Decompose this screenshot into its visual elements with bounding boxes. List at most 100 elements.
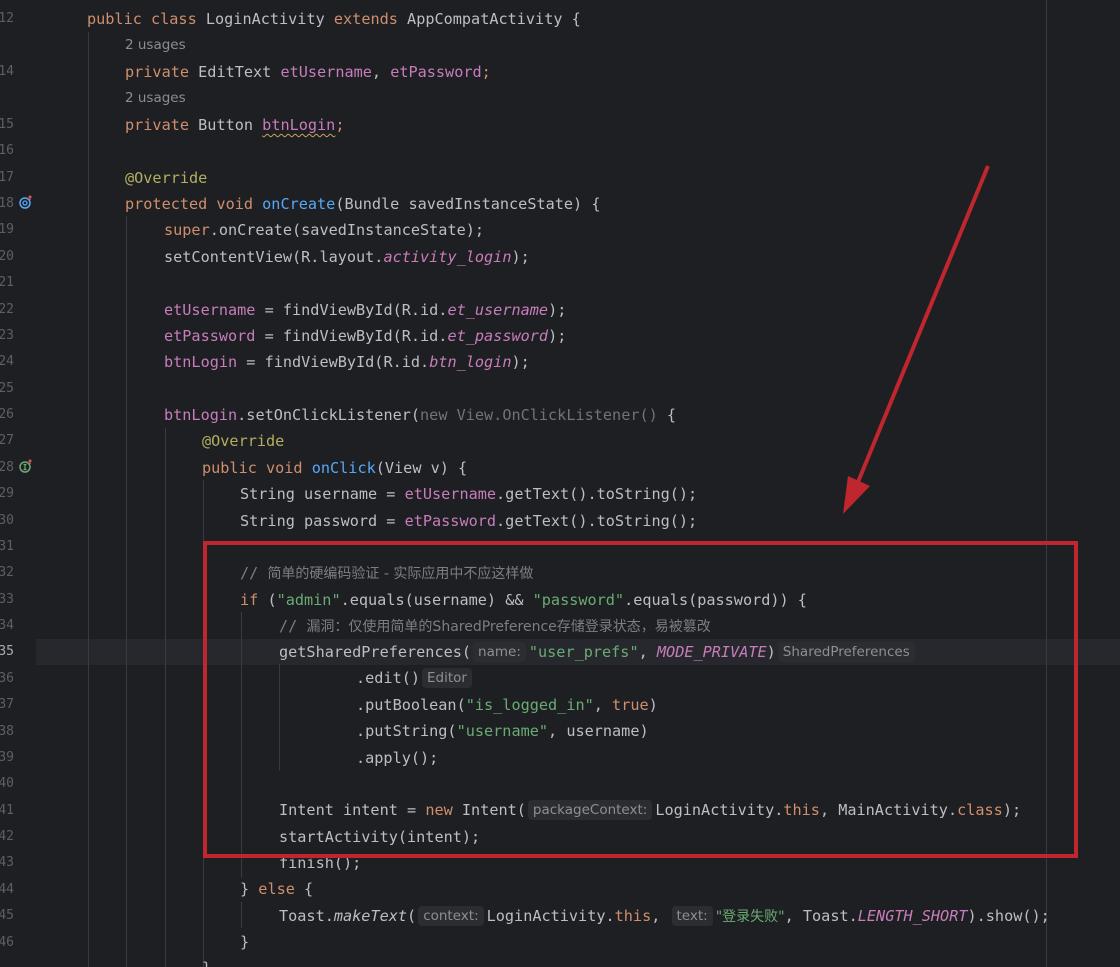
- implement-method-icon[interactable]: [19, 459, 33, 473]
- method-name: onClick: [311, 459, 376, 477]
- field-name: etPassword: [164, 327, 256, 345]
- line-number: 42: [0, 829, 14, 844]
- indent-guide: [279, 664, 280, 770]
- code-line[interactable]: String username = etUsername.getText().t…: [240, 481, 697, 507]
- code-line[interactable]: etUsername = findViewById(R.id.et_userna…: [164, 297, 566, 323]
- field-name: btnLogin: [164, 406, 238, 424]
- line-number: 37: [0, 697, 14, 712]
- code-line[interactable]: // 简单的硬编码验证 - 实际应用中不应这样做: [240, 560, 533, 586]
- keyword: private: [125, 63, 199, 81]
- resource-id: activity_login: [383, 248, 512, 266]
- code-line[interactable]: .putString("username", username): [356, 718, 649, 744]
- code-line[interactable]: startActivity(intent);: [279, 824, 480, 850]
- code-text: = findViewById(R.id.: [237, 353, 430, 371]
- code-text: .putString(: [356, 722, 457, 740]
- annotation-arrow-shaft: [856, 165, 990, 483]
- code-line[interactable]: } else {: [240, 876, 313, 902]
- code-text: );: [511, 353, 530, 371]
- code-line[interactable]: public void onClick(View v) {: [202, 455, 467, 481]
- code-line[interactable]: finish();: [279, 850, 361, 876]
- code-line[interactable]: setContentView(R.layout.activity_login);: [164, 244, 530, 270]
- field-name-warning[interactable]: btnLogin: [262, 116, 335, 134]
- parameter-hint: text:: [671, 906, 713, 926]
- code-line[interactable]: btnLogin = findViewById(R.id.btn_login);: [164, 349, 530, 375]
- code-line[interactable]: public class LoginActivity extends AppCo…: [87, 6, 581, 32]
- comment: 简单的硬编码验证 - 实际应用中不应这样做: [267, 566, 534, 582]
- code-line[interactable]: btnLogin.setOnClickListener(new View.OnC…: [164, 402, 676, 428]
- code-text: );: [548, 301, 567, 319]
- code-text: }: [240, 933, 250, 951]
- return-type-hint: SharedPreferences: [777, 642, 915, 662]
- code-text: setContentView(R.layout.: [164, 248, 384, 266]
- code-text: = findViewById(R.id.: [255, 301, 448, 319]
- code-line[interactable]: etPassword = findViewById(R.id.et_passwo…: [164, 323, 566, 349]
- code-line[interactable]: super.onCreate(savedInstanceState);: [164, 217, 484, 243]
- code-line[interactable]: // 漏洞：仅使用简单的SharedPreference存储登录状态，易被篡改: [279, 613, 711, 639]
- code-editor[interactable]: 12 14 15 16 17 18 19 20 21 22 23 24 25 2…: [0, 0, 1120, 967]
- indent-guide: [241, 902, 242, 928]
- code-line[interactable]: Toast.makeText(context: LoginActivity.thi…: [279, 903, 1050, 929]
- code-line[interactable]: private EditText etUsername, etPassword;: [125, 59, 491, 85]
- indent-guide: [88, 32, 89, 967]
- line-number: 22: [0, 302, 14, 317]
- code-text: Intent(: [461, 801, 526, 819]
- constant: MODE_PRIVATE: [656, 643, 767, 661]
- code-text: LoginActivity.: [655, 801, 784, 819]
- code-line[interactable]: .apply();: [356, 745, 438, 771]
- line-number: 17: [0, 170, 14, 185]
- method-name: onCreate: [262, 195, 336, 213]
- code-text: .equals(username) &&: [340, 591, 533, 609]
- line-number: 39: [0, 750, 14, 765]
- override-method-icon[interactable]: [19, 195, 33, 209]
- keyword: true: [612, 696, 649, 714]
- code-text: , username): [548, 722, 649, 740]
- code-line[interactable]: }: [240, 929, 249, 955]
- line-number: 35: [0, 644, 14, 659]
- code-line[interactable]: String password = etPassword.getText().t…: [240, 508, 697, 534]
- line-number: 44: [0, 882, 14, 897]
- code-text: );: [1002, 801, 1022, 819]
- code-line[interactable]: private Button btnLogin;: [125, 112, 344, 138]
- line-number: 20: [0, 249, 14, 264]
- anonymous-class-hint: new View.OnClickListener(): [420, 406, 658, 424]
- usages-inlay[interactable]: 2 usages: [125, 32, 186, 58]
- indent-guide: [241, 612, 242, 878]
- code-line[interactable]: Intent intent = new Intent(packageContex…: [279, 797, 1021, 823]
- code-line[interactable]: if ("admin".equals(username) && "passwor…: [240, 587, 807, 613]
- code-line[interactable]: .putBoolean("is_logged_in", true): [356, 692, 658, 718]
- code-text: .getText().toString();: [496, 485, 698, 503]
- keyword: this: [614, 907, 652, 925]
- line-number: 25: [0, 381, 14, 396]
- method-name: makeText: [333, 907, 408, 925]
- code-text: .apply();: [356, 749, 439, 767]
- annotation: @Override: [202, 432, 285, 450]
- code-text: finish();: [279, 854, 362, 872]
- code-text: (: [407, 907, 417, 925]
- indent-guide: [126, 216, 127, 967]
- resource-id: et_password: [447, 327, 549, 345]
- line-number: 40: [0, 776, 14, 791]
- comment: //: [240, 564, 268, 582]
- parameter-hint: packageContext:: [527, 800, 653, 820]
- code-line[interactable]: }: [202, 955, 211, 967]
- line-number: 26: [0, 407, 14, 422]
- parameter-hint: context:: [418, 906, 484, 926]
- keyword: private: [125, 116, 199, 134]
- code-text: ,: [593, 696, 613, 714]
- code-text: ,: [651, 907, 670, 925]
- code-text: }: [240, 880, 259, 898]
- code-text: .putBoolean(: [356, 696, 466, 714]
- code-line[interactable]: @Override: [125, 165, 207, 191]
- code-line[interactable]: @Override: [202, 428, 284, 454]
- code-line[interactable]: .edit() Editor: [356, 665, 475, 691]
- code-text: {: [304, 880, 314, 898]
- code-text: ,: [371, 63, 391, 81]
- usages-inlay[interactable]: 2 usages: [125, 85, 186, 111]
- code-line[interactable]: getSharedPreferences(name: "user_prefs", …: [279, 639, 918, 665]
- code-text: Toast.: [279, 907, 334, 925]
- line-number: 23: [0, 328, 14, 343]
- string-literal: "user_prefs": [528, 643, 639, 661]
- code-line[interactable]: protected void onCreate(Bundle savedInst…: [125, 191, 600, 217]
- code-text: ).show();: [967, 907, 1050, 925]
- code-text: (View v) {: [375, 459, 468, 477]
